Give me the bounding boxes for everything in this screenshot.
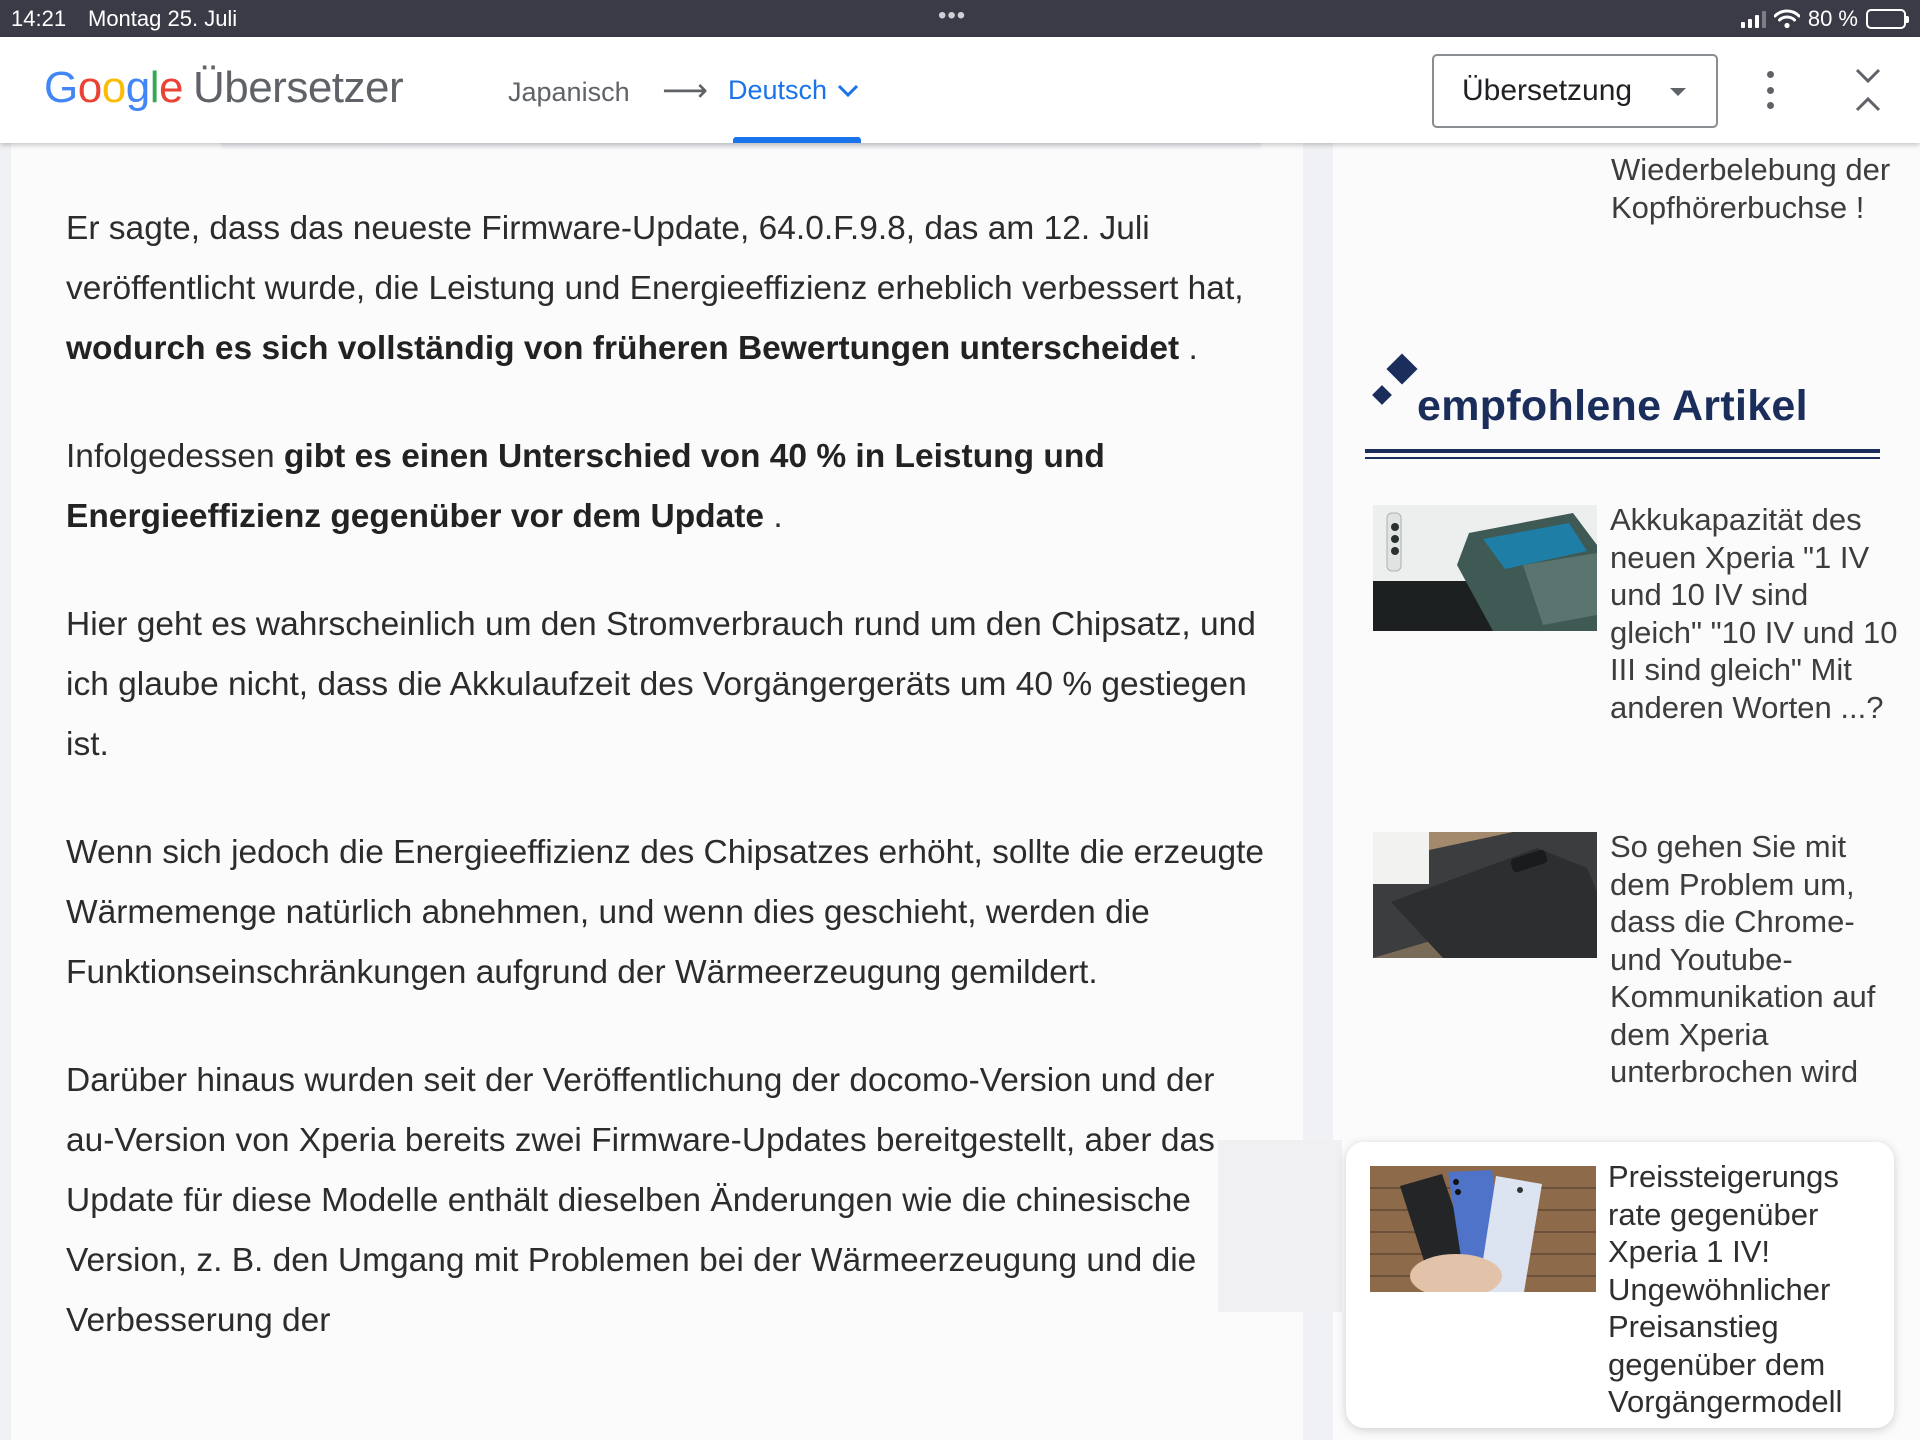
diamond-icon — [1386, 353, 1418, 385]
article-thumbnail-phones[interactable] — [1373, 505, 1597, 631]
paragraph: Infolgedessen gibt es einen Unterschied … — [66, 438, 1105, 535]
battery-percent: 80 % — [1807, 6, 1858, 31]
status-time: 14:21 — [11, 6, 67, 31]
overlay-backdrop — [1218, 1140, 1342, 1312]
floating-article-card[interactable]: Preissteigerungs rate gegenüber Xperia 1… — [1346, 1142, 1894, 1428]
source-language-tab[interactable]: Japanisch — [508, 77, 630, 108]
active-tab-indicator — [733, 137, 861, 143]
paragraph: Wenn sich jedoch die Energieeffizienz de… — [66, 834, 1265, 991]
status-bar: 14:21 Montag 25. Juli ••• 80 % — [0, 0, 1920, 37]
paragraph: Darüber hinaus wurden seit der Veröffent… — [66, 1062, 1215, 1339]
paragraph: Er sagte, dass das neueste Firmware-Upda… — [66, 210, 1244, 367]
multitasking-dots-icon[interactable]: ••• — [938, 2, 966, 30]
view-mode-select[interactable]: Übersetzung — [1432, 54, 1718, 128]
arrow-right-icon: ⟶ — [662, 72, 708, 108]
product-name: Übersetzer — [192, 63, 404, 112]
section-title: empfohlene Artikel — [1417, 382, 1808, 430]
view-mode-value: Übersetzung — [1462, 74, 1633, 107]
dropdown-caret-icon — [1670, 88, 1686, 96]
status-date: Montag 25. Juli — [88, 6, 238, 31]
recommended-article-title[interactable]: So gehen Sie mit dem Problem um, dass di… — [1610, 828, 1900, 1091]
target-language-tab[interactable]: Deutsch — [728, 75, 859, 106]
article-thumbnail-phone[interactable] — [1373, 832, 1597, 958]
article-thumbnail-xperia[interactable] — [1370, 1166, 1596, 1292]
floating-article-title[interactable]: Preissteigerungs rate gegenüber Xperia 1… — [1608, 1158, 1878, 1421]
more-options-icon[interactable] — [1758, 67, 1782, 113]
translate-toolbar: Google Übersetzer Japanisch ⟶ Deutsch Übe… — [0, 37, 1920, 143]
collapse-icon[interactable] — [1850, 67, 1886, 113]
wifi-icon — [1773, 9, 1800, 29]
google-translate-logo[interactable]: Google Übersetzer — [44, 63, 404, 113]
previous-article-title[interactable]: Wiederbelebung der Kopfhörerbuchse ! — [1611, 151, 1901, 226]
target-language-label: Deutsch — [728, 75, 828, 105]
paragraph: Hier geht es wahrscheinlich um den Strom… — [66, 606, 1256, 763]
article-content: Er sagte, dass das neueste Firmware-Upda… — [11, 143, 1303, 1440]
status-indicators: 80 % — [1740, 6, 1909, 32]
article-body: Er sagte, dass das neueste Firmware-Upda… — [66, 199, 1266, 1399]
chevron-down-icon — [838, 84, 859, 97]
recommended-section-header: empfohlene Artikel — [1365, 348, 1880, 465]
battery-icon — [1866, 9, 1909, 29]
diamond-small-icon — [1372, 385, 1392, 405]
cellular-signal-icon — [1740, 10, 1766, 28]
recommended-article-title[interactable]: Akkukapazität des neuen Xperia "1 IV und… — [1610, 501, 1900, 726]
